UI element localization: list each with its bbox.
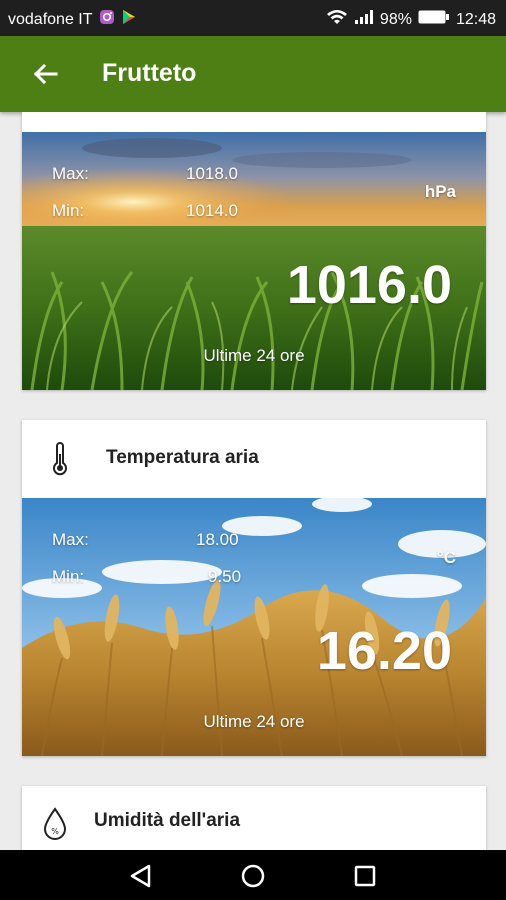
humidity-card[interactable]: % Umidità dell'aria — [22, 786, 486, 850]
unit-label: hPa — [424, 182, 456, 201]
back-button[interactable] — [28, 56, 64, 92]
nav-back-button[interactable] — [127, 862, 155, 890]
max-label: Max: — [52, 530, 89, 549]
nav-home-button[interactable] — [239, 862, 267, 890]
max-value: 1018.0 — [186, 164, 238, 183]
unit-label: °C — [436, 548, 456, 567]
pressure-overlay: Max: 1018.0 Min: 1014.0 hPa 1016.0 Ultim… — [22, 132, 486, 390]
battery-percent: 98% — [379, 10, 412, 28]
current-value: 1016.0 — [286, 255, 452, 315]
carrier-label: vodafone IT — [8, 10, 93, 28]
triangle-back-icon — [130, 864, 151, 888]
wifi-icon — [326, 9, 348, 30]
temperature-card-header: Temperatura aria — [22, 420, 486, 498]
period-label: Ultime 24 ore — [203, 712, 305, 731]
temperature-overlay: Max: 18.00 Min: 9.50 °C 16.20 Ultime 24 … — [22, 498, 486, 756]
thermometer-icon — [48, 442, 72, 476]
clock: 12:48 — [455, 10, 496, 28]
status-right: 98% 12:48 — [326, 9, 496, 30]
min-label: Min: — [52, 201, 85, 220]
square-recents-icon — [354, 865, 376, 887]
temperature-card-image: Max: 18.00 Min: 9.50 °C 16.20 Ultime 24 … — [22, 498, 486, 756]
pressure-card-image: Max: 1018.0 Min: 1014.0 hPa 1016.0 Ultim… — [22, 132, 486, 390]
min-label: Min: — [52, 567, 85, 586]
dashboard-scroll[interactable]: Max: 1018.0 Min: 1014.0 hPa 1016.0 Ultim… — [0, 112, 506, 850]
svg-text:%: % — [51, 827, 59, 836]
temperature-card[interactable]: Temperatura aria Max: 18.00 Min: 9.50 °C… — [22, 420, 486, 756]
min-value: 1014.0 — [186, 201, 238, 220]
status-bar: vodafone IT 98% 12:48 — [0, 0, 506, 36]
app-bar: Frutteto — [0, 36, 506, 112]
max-label: Max: — [52, 164, 89, 183]
signal-icon — [354, 9, 374, 30]
navigation-bar — [0, 850, 506, 900]
nav-recents-button[interactable] — [351, 862, 379, 890]
status-left: vodafone IT — [8, 9, 137, 30]
current-value: 16.20 — [316, 621, 452, 681]
period-label: Ultime 24 ore — [203, 346, 305, 365]
pressure-card[interactable]: Max: 1018.0 Min: 1014.0 hPa 1016.0 Ultim… — [22, 112, 486, 390]
circle-home-icon — [241, 864, 265, 888]
min-value: 9.50 — [208, 567, 242, 586]
battery-icon — [418, 9, 450, 30]
page-title: Frutteto — [102, 59, 197, 87]
humidity-drop-icon: % — [42, 806, 67, 840]
play-store-icon — [121, 9, 137, 30]
card-title: Temperatura aria — [106, 447, 259, 468]
instagram-icon — [99, 9, 115, 30]
card-title: Umidità dell'aria — [94, 810, 241, 831]
max-value: 18.00 — [196, 530, 239, 549]
arrow-left-icon — [33, 63, 58, 85]
humidity-card-header: % Umidità dell'aria — [22, 786, 486, 850]
